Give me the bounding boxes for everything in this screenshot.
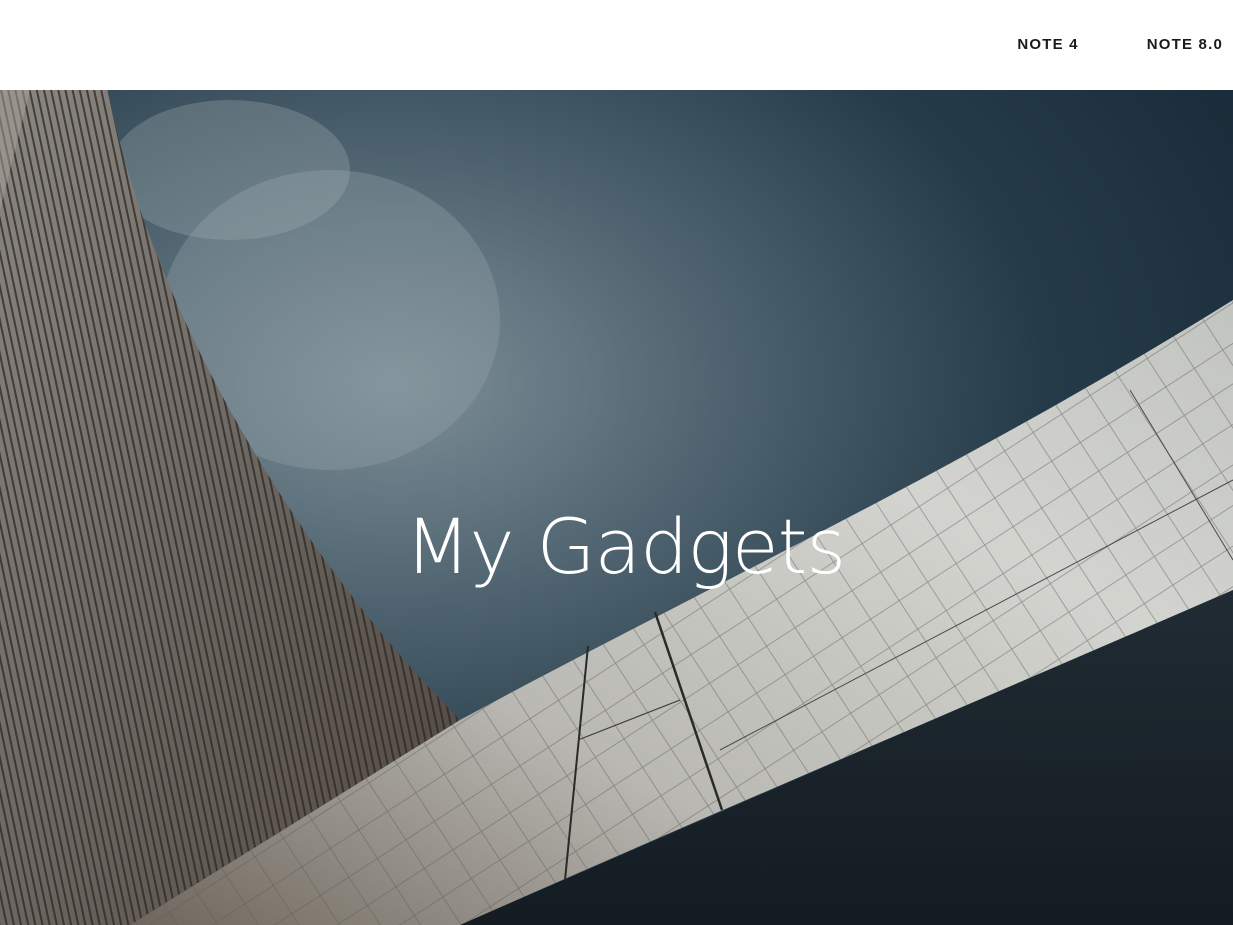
top-nav: NOTE 4 NOTE 8.0 (1017, 36, 1223, 54)
nav-link-note-8[interactable]: NOTE 8.0 (1147, 36, 1223, 54)
nav-link-note-4[interactable]: NOTE 4 (1017, 36, 1078, 54)
site-header: NOTE 4 NOTE 8.0 (0, 0, 1233, 90)
hero-banner: My Gadgets (0, 90, 1233, 925)
hero-title: My Gadgets (404, 501, 846, 591)
